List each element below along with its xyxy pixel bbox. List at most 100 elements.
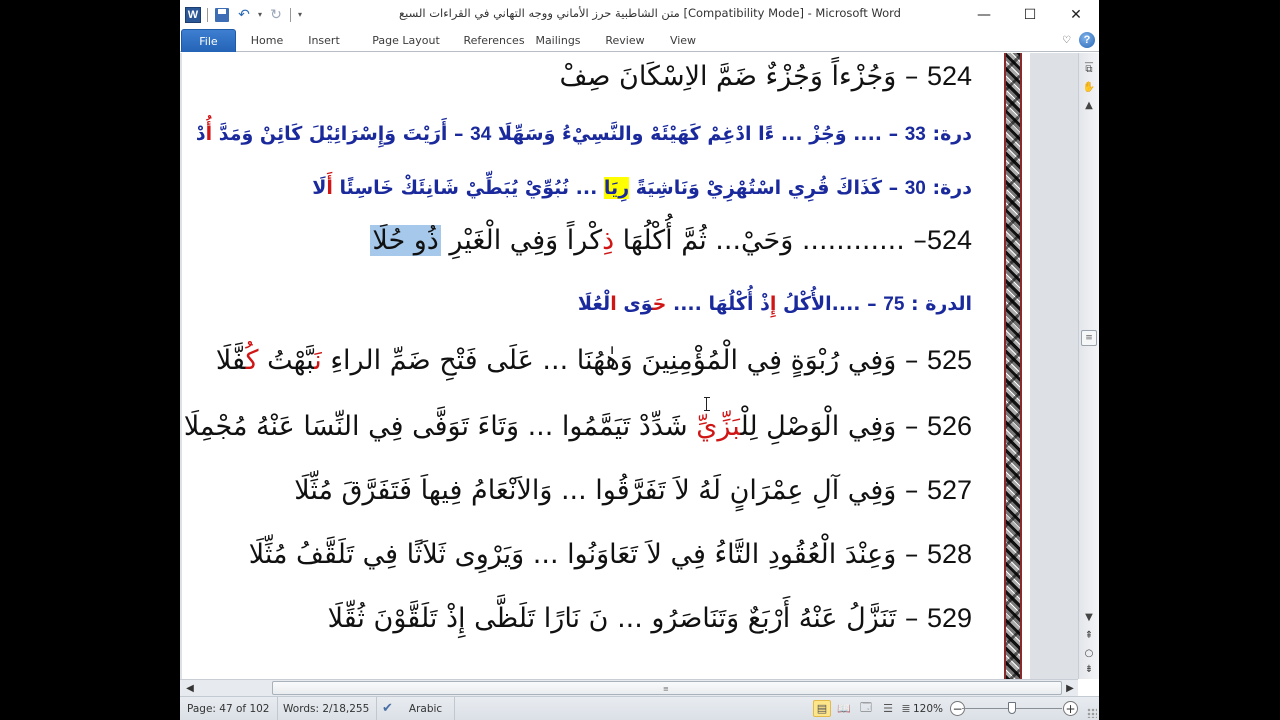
- customize-qat-button[interactable]: ▾: [294, 4, 306, 26]
- qat-separator: [207, 7, 208, 22]
- verse-line[interactable]: 526 – وَفِي الْوَصْلِ لِلْبَزِّيِّ شَدِّ…: [184, 411, 972, 442]
- minimize-icon: —: [977, 6, 991, 23]
- text-run: – وَعِنْدَ الْعُقُودِ التَّاءُ فِي لاَ ت…: [248, 539, 927, 570]
- close-icon: ✕: [1070, 6, 1082, 23]
- verse-number: 34: [470, 124, 492, 145]
- window-controls: — ☐ ✕: [961, 0, 1099, 29]
- verse-number: 529: [926, 603, 972, 633]
- web-layout-view-button[interactable]: 🗔: [857, 700, 875, 717]
- verse-number: 524: [926, 225, 972, 255]
- text-run: – وَجُزْءاً وَجُزْءٌ ضَمَّ الاِسْكَانَ ص…: [559, 61, 927, 92]
- verse-line[interactable]: 528 – وَعِنْدَ الْعُقُودِ التَّاءُ فِي ل…: [249, 539, 972, 570]
- document-area[interactable]: 524 – وَجُزْءاً وَجُزْءٌ ضَمَّ الاِسْكَا…: [180, 53, 1078, 679]
- red-marked-text: ذِ: [602, 225, 615, 256]
- quick-access-toolbar: W ↶ ▾ ↻ ▾: [180, 0, 306, 29]
- text-run: – أَرَيْتَ وَإِسْرَائِيْلَ كَائِنْ وَمَد…: [212, 123, 471, 145]
- next-page-button[interactable]: ⇟: [1081, 661, 1097, 677]
- text-run: دْ: [195, 123, 206, 145]
- resize-grip[interactable]: [1087, 708, 1097, 718]
- minimize-button[interactable]: —: [961, 0, 1007, 29]
- select-browse-object-button[interactable]: ○: [1081, 645, 1097, 661]
- close-button[interactable]: ✕: [1053, 0, 1099, 29]
- document-page[interactable]: 524 – وَجُزْءاً وَجُزْءٌ ضَمَّ الاِسْكَا…: [182, 53, 1030, 679]
- vertical-scroll-thumb[interactable]: ≡: [1081, 330, 1097, 346]
- durra-line[interactable]: الدرة : 75 – ....الأُكْلُ إِذْ أُكْلُهَا…: [578, 293, 972, 316]
- minimize-ribbon-icon[interactable]: ♡: [1062, 35, 1071, 46]
- verse-line[interactable]: 529 – تَنَزَّلُ عَنْهُ أَرْبَعٌ وَتَنَاص…: [328, 603, 972, 634]
- hand-icon[interactable]: ✋: [1081, 79, 1097, 95]
- tab-insert[interactable]: Insert: [299, 29, 349, 52]
- undo-dropdown-button[interactable]: ▾: [255, 4, 265, 26]
- language-label: Arabic: [408, 702, 443, 715]
- durra-line[interactable]: درة: 33 – .... وَجُزْ ... ءًا ادْغِمْ كَ…: [196, 123, 972, 146]
- horizontal-scrollbar[interactable]: ◀ ≡ ▶: [180, 679, 1078, 696]
- text-run: – وَفِي آلِ عِمْرَانٍ لَهُ لاَ تَفَرَّقُ…: [294, 475, 927, 506]
- verse-number: 524: [926, 61, 972, 91]
- verse-line[interactable]: 524 – وَجُزْءاً وَجُزْءٌ ضَمَّ الاِسْكَا…: [560, 61, 972, 92]
- undo-button[interactable]: ↶: [233, 4, 255, 26]
- tab-page-layout[interactable]: Page Layout: [358, 29, 454, 52]
- red-marked-text: نَ: [314, 345, 322, 376]
- text-run: – وَفِي رُبْوَةٍ فِي الْمُؤْمِنِينَ وَهٰ…: [321, 345, 927, 376]
- word-window: W ↶ ▾ ↻ ▾ متن الشاطبية حرز الأماني ووجه …: [180, 0, 1099, 720]
- window-title: متن الشاطبية حرز الأماني ووجه التهاني في…: [399, 6, 901, 20]
- text-run: ... نُبُوِّيْ يُبَطِّيْ شَانِئَكْ خَاسِئ…: [332, 177, 604, 199]
- highlighted-text: رِيَا: [603, 177, 630, 199]
- maximize-button[interactable]: ☐: [1007, 0, 1053, 29]
- page-count[interactable]: Page: 47 of 102: [180, 697, 278, 720]
- red-marked-text: بَزِّيِّ: [696, 411, 741, 442]
- help-icon[interactable]: ?: [1079, 32, 1095, 48]
- vertical-scrollbar[interactable]: — ⧉ ✋ ▲ ≡ ▼ ⇞ ○ ⇟: [1078, 53, 1099, 679]
- text-run: – وَفِي الْوَصْلِ لِلْ: [740, 411, 927, 442]
- text-run: درة:: [925, 177, 972, 199]
- save-button[interactable]: [211, 4, 233, 26]
- scroll-up-button[interactable]: ▲: [1081, 97, 1097, 113]
- text-run: وَى: [616, 293, 653, 315]
- verse-number: 526: [926, 411, 972, 441]
- verse-number: 525: [926, 345, 972, 375]
- proofing-check-icon: ✔: [382, 701, 393, 716]
- status-bar: Page: 47 of 102 Words: 2/18,255 ✔ Arabic…: [180, 696, 1099, 720]
- verse-line[interactable]: 524– ............ وَحَيْ... ثُمَّ أُكْلُ…: [370, 225, 972, 256]
- print-layout-view-button[interactable]: ▤: [813, 700, 831, 717]
- red-marked-text: حَ: [652, 293, 667, 315]
- redo-icon: ↻: [270, 6, 282, 23]
- qat-separator: [290, 7, 291, 22]
- zoom-in-button[interactable]: +: [1063, 701, 1078, 716]
- previous-page-button[interactable]: ⇞: [1081, 627, 1097, 643]
- tab-mailings[interactable]: Mailings: [530, 29, 586, 52]
- redo-button[interactable]: ↻: [265, 4, 287, 26]
- chevron-down-icon: ▾: [257, 10, 262, 19]
- grip-icon: ≡: [663, 685, 669, 693]
- view-ruler-icon[interactable]: ⧉: [1081, 61, 1097, 77]
- text-run: شَدِّدْ تَيَمَّمُوا ... وَتَاءَ تَوَفَّى…: [183, 411, 697, 442]
- text-run: الدرة :: [904, 293, 972, 315]
- verse-number: 528: [926, 539, 972, 569]
- verse-line[interactable]: 525 – وَفِي رُبْوَةٍ فِي الْمُؤْمِنِينَ …: [216, 345, 972, 376]
- highlighted-text: ذُو حُلَا: [370, 225, 441, 256]
- full-screen-reading-view-button[interactable]: 📖: [835, 700, 853, 717]
- text-run: لْعُلَا: [577, 293, 611, 315]
- outline-view-button[interactable]: ☰: [879, 700, 897, 717]
- text-run: – ............ وَحَيْ... ثُمَّ أُكْلُهَا: [614, 225, 927, 256]
- title-bar: W ↶ ▾ ↻ ▾ متن الشاطبية حرز الأماني ووجه …: [180, 0, 1099, 29]
- scroll-down-button[interactable]: ▼: [1081, 609, 1097, 625]
- language-indicator[interactable]: ✔ Arabic: [375, 697, 455, 720]
- word-count[interactable]: Words: 2/18,255: [276, 697, 378, 720]
- scroll-right-button[interactable]: ▶: [1062, 680, 1078, 696]
- zoom-level[interactable]: 120%: [913, 697, 943, 720]
- tab-view[interactable]: View: [662, 29, 704, 52]
- tab-references[interactable]: References: [448, 29, 540, 52]
- zoom-slider-thumb[interactable]: [1008, 702, 1016, 714]
- verse-line[interactable]: 527 – وَفِي آلِ عِمْرَانٍ لَهُ لاَ تَفَر…: [294, 475, 972, 506]
- scroll-left-button[interactable]: ◀: [182, 680, 198, 696]
- durra-line[interactable]: درة: 30 – كَذَاكَ قُرِي اسْتُهْزِيْ وَنَ…: [312, 177, 972, 200]
- tab-home[interactable]: Home: [242, 29, 292, 52]
- tab-file[interactable]: File: [181, 29, 236, 52]
- text-run: لَا: [312, 177, 327, 199]
- tab-review[interactable]: Review: [600, 29, 650, 52]
- save-icon: [215, 7, 229, 22]
- verse-number: 527: [926, 475, 972, 505]
- word-app-icon[interactable]: W: [182, 4, 204, 26]
- horizontal-scroll-thumb[interactable]: ≡: [272, 681, 1062, 695]
